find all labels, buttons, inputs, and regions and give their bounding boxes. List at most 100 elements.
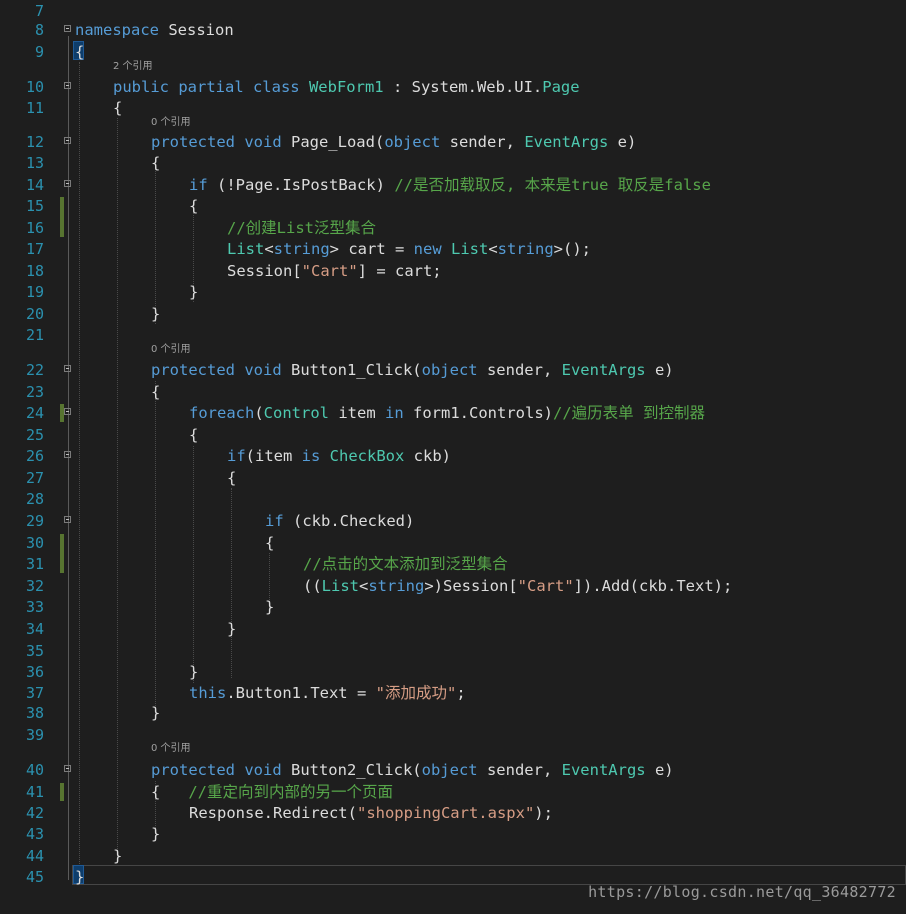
code-line[interactable]: 19} (0, 281, 906, 303)
code-text: protected void Page_Load(object sender, … (151, 131, 636, 153)
code-line[interactable]: 44} (0, 845, 906, 867)
code-line[interactable]: 27 { (0, 467, 906, 489)
code-token: .Button1.Text = (226, 684, 376, 702)
line-number: 11 (25, 99, 44, 117)
code-line[interactable]: 35 (0, 640, 906, 662)
collapse-toggle-icon[interactable] (64, 765, 71, 772)
code-text: foreach(Control item in form1.Controls)/… (189, 402, 705, 424)
code-line[interactable]: 23 { (0, 381, 906, 403)
keyword-token: protected void (151, 133, 291, 151)
line-number: 24 (25, 404, 44, 422)
codelens-references[interactable]: 0 个引用 (151, 742, 191, 756)
code-token: < (488, 240, 498, 258)
code-text: { (151, 152, 160, 174)
code-line[interactable]: 33} (0, 596, 906, 618)
code-line[interactable]: 25 { (0, 424, 906, 446)
line-number: 14 (25, 176, 44, 194)
code-line[interactable]: 21 (0, 324, 906, 346)
code-token: ]).Add(ckb.Text); (573, 577, 733, 595)
line-number: 16 (25, 219, 44, 237)
code-text: { (151, 381, 160, 403)
code-token: (ckb.Checked) (283, 512, 415, 530)
collapse-toggle-icon[interactable] (64, 25, 71, 32)
code-line[interactable]: 18 Session["Cart"] = cart; (0, 260, 906, 282)
code-line[interactable]: 28 (0, 488, 906, 510)
code-line[interactable]: 37 this.Button1.Text = "添加成功"; (0, 682, 906, 704)
line-number: 28 (25, 490, 44, 508)
code-line[interactable]: 31 //点击的文本添加到泛型集合 (0, 553, 906, 575)
type-token: List (321, 577, 359, 595)
code-line[interactable]: 13 { (0, 152, 906, 174)
code-line[interactable]: 14 if (!Page.IsPostBack) //是否加载取反, 本来是tru… (0, 174, 906, 196)
code-line[interactable]: 32 ((List<string>)Session["Cart"]).Add(ck… (0, 575, 906, 597)
code-token: { (189, 197, 199, 215)
codelens-references[interactable]: 0 个引用 (151, 343, 191, 357)
line-number: 15 (25, 197, 44, 215)
code-line[interactable]: 8 namespace Session (0, 19, 906, 41)
line-number: 19 (25, 283, 44, 301)
collapse-toggle-icon[interactable] (64, 408, 71, 415)
code-line[interactable]: 41 { //重定向到内部的另一个页面 (0, 781, 906, 803)
code-text: { //重定向到内部的另一个页面 (151, 781, 393, 803)
code-token: } (113, 847, 123, 865)
code-line[interactable]: 39 (0, 724, 906, 746)
code-token: e) (645, 761, 674, 779)
collapse-toggle-icon[interactable] (64, 451, 71, 458)
code-line[interactable]: 17 List<string> cart = new List<string>()… (0, 238, 906, 260)
keyword-token: new (413, 240, 451, 258)
code-text: public partial class WebForm1 : System.W… (113, 76, 580, 98)
collapse-toggle-icon[interactable] (64, 180, 71, 187)
line-number: 33 (25, 598, 44, 616)
collapse-toggle-icon[interactable] (64, 365, 71, 372)
code-token: } (75, 868, 85, 886)
code-editor[interactable]: 7 8 namespace Session 9{10 public partial cl… (0, 0, 906, 914)
code-line[interactable]: 29 if (ckb.Checked) (0, 510, 906, 532)
code-line[interactable]: 11 { (0, 97, 906, 119)
keyword-token: if (189, 176, 208, 194)
type-token: List (227, 240, 265, 258)
collapse-toggle-icon[interactable] (64, 82, 71, 89)
keyword-token: foreach (189, 404, 255, 422)
code-token: } (189, 283, 199, 301)
code-text: { (265, 532, 274, 554)
code-line[interactable]: 22 protected void Button1_Click(object se… (0, 359, 906, 381)
code-line[interactable]: 16 //创建List泛型集合 (0, 217, 906, 239)
codelens-references[interactable]: 0 个引用 (151, 116, 191, 130)
code-text: { (189, 195, 198, 217)
string-token: "添加成功" (375, 684, 457, 702)
change-marker (60, 404, 64, 422)
codelens-references[interactable]: 2 个引用 (113, 60, 153, 74)
code-token: Session (159, 21, 234, 39)
keyword-token: string (273, 240, 330, 258)
code-line[interactable]: 42 Response.Redirect("shoppingCart.aspx")… (0, 802, 906, 824)
line-number: 43 (25, 825, 44, 843)
code-token: e) (608, 133, 637, 151)
code-line[interactable]: 30 { (0, 532, 906, 554)
code-line[interactable]: 40 protected void Button2_Click(object se… (0, 759, 906, 781)
line-number: 31 (25, 555, 44, 573)
code-line[interactable]: 36} (0, 661, 906, 683)
keyword-token: object (421, 361, 478, 379)
code-line[interactable]: 43} (0, 823, 906, 845)
code-line[interactable]: 26 if(item is CheckBox ckb) (0, 445, 906, 467)
line-number: 17 (25, 240, 44, 258)
code-text: } (151, 823, 160, 845)
collapse-toggle-icon[interactable] (64, 137, 71, 144)
code-line[interactable]: 38} (0, 702, 906, 724)
code-text: if(item is CheckBox ckb) (227, 445, 451, 467)
code-line[interactable]: 12 protected void Page_Load(object sender… (0, 131, 906, 153)
code-line[interactable]: 15 { (0, 195, 906, 217)
code-line[interactable]: 24 foreach(Control item in form1.Controls… (0, 402, 906, 424)
code-token: > cart = (329, 240, 414, 258)
code-line[interactable]: 34} (0, 618, 906, 640)
type-token: List (451, 240, 489, 258)
line-number: 20 (25, 305, 44, 323)
code-line[interactable]: 20} (0, 303, 906, 325)
keyword-token: is (301, 447, 330, 465)
collapse-toggle-icon[interactable] (64, 516, 71, 523)
code-text: } (75, 866, 84, 888)
code-text: } (189, 281, 198, 303)
code-line[interactable]: 10 public partial class WebForm1 : System… (0, 76, 906, 98)
keyword-token: namespace (75, 21, 159, 39)
code-token: sender, (477, 361, 562, 379)
